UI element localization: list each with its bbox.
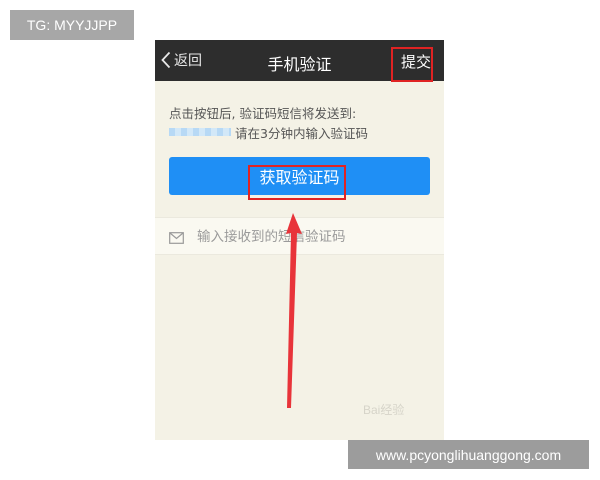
masked-phone-number xyxy=(169,128,231,136)
hint-row: 请在3分钟内输入验证码 xyxy=(169,124,368,141)
baidu-watermark: Bai经验 xyxy=(363,403,405,417)
website-url-badge: www.pcyonglihuanggong.com xyxy=(348,440,589,469)
get-code-highlight-box xyxy=(248,165,346,200)
mail-icon xyxy=(169,229,184,248)
submit-highlight-box xyxy=(391,47,433,82)
telegram-badge: TG: MYYJJPP xyxy=(10,10,134,40)
code-input[interactable] xyxy=(195,224,429,250)
hint-timer-text: 请在3分钟内输入验证码 xyxy=(235,125,368,141)
code-input-row xyxy=(155,217,444,255)
phone-screen: 返回 手机验证 提交 点击按钮后, 验证码短信将发送到: 请在3分钟内输入验证码… xyxy=(155,40,444,440)
hint-text: 点击按钮后, 验证码短信将发送到: xyxy=(169,106,357,121)
